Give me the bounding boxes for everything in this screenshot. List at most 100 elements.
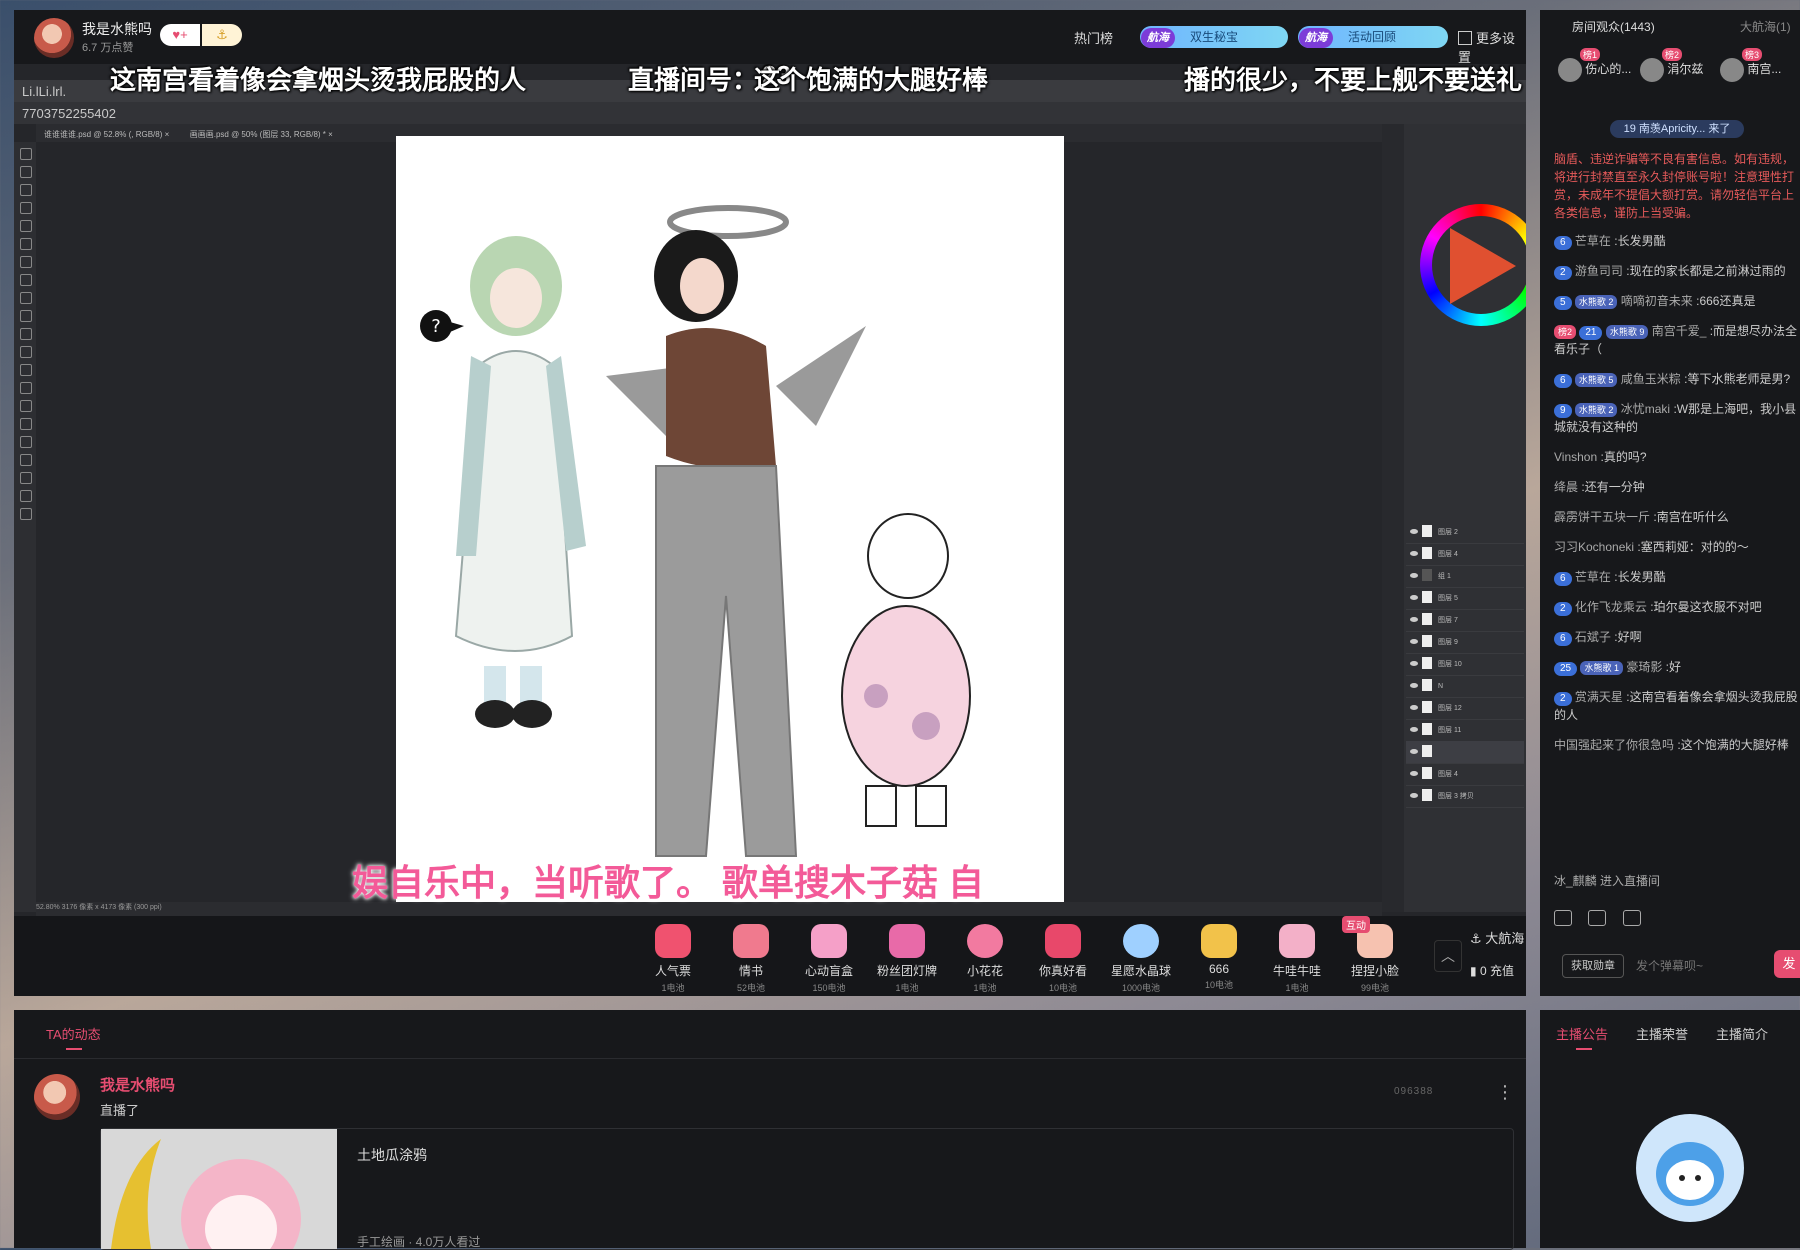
streamer-name[interactable]: 我是水熊吗 xyxy=(82,19,152,39)
chat-username[interactable]: 南宫千爱_ xyxy=(1652,324,1707,338)
chat-message[interactable]: 2 赏满天星 :这南宫看着像会拿烟头烫我屁股的人 xyxy=(1554,688,1800,724)
chat-username[interactable]: 冰忧maki xyxy=(1621,402,1670,416)
danmu-input[interactable] xyxy=(1634,954,1768,978)
send-button[interactable]: 发 xyxy=(1774,950,1800,978)
more-settings-button[interactable]: 更多设置 xyxy=(1458,28,1526,66)
chat-message[interactable]: 霹雳饼干五块一斤 :南宫在听什么 xyxy=(1554,508,1800,526)
avatar[interactable] xyxy=(34,1074,80,1120)
activity-pill-review[interactable]: 航海 活动回顾 xyxy=(1298,26,1448,48)
danmu-message: 这个饱满的大腿好棒 xyxy=(754,65,989,95)
eye-icon xyxy=(1410,595,1418,600)
activity-pill-twin-treasure[interactable]: 航海 双生秘宝 xyxy=(1140,26,1288,48)
grey-pants xyxy=(655,465,798,857)
pill-label: 活动回顾 xyxy=(1348,30,1397,44)
chevron-up-icon: ︿ xyxy=(1441,948,1455,964)
ticket-icon xyxy=(655,924,691,958)
path-select-icon xyxy=(20,454,32,466)
chat-username[interactable]: 化作飞龙乘云 xyxy=(1575,600,1647,614)
streamer-avatar[interactable] xyxy=(34,18,74,58)
lightstick-icon xyxy=(889,924,925,958)
recharge-button[interactable]: ▮ 0 充值 xyxy=(1470,962,1540,979)
chat-message[interactable]: 6 芒草在 :长发男酷 xyxy=(1554,568,1800,586)
chat-username[interactable]: 游鱼司司 xyxy=(1575,264,1623,278)
video-player[interactable]: 谁谁谁谁.psd @ 52.8% (, RGB/8) × 画画画.psd @ 5… xyxy=(14,64,1526,916)
chat-username[interactable]: Vinshon xyxy=(1554,450,1597,464)
follow-button[interactable]: ♥+ xyxy=(160,24,200,46)
chat-message[interactable]: 5 水熊歌 2 嘀嘀初音未来 :666还真是 xyxy=(1554,292,1800,310)
gift-item[interactable]: 牛哇牛哇 1电池 xyxy=(1261,924,1333,994)
more-options-icon[interactable]: ⋮ xyxy=(1496,1082,1514,1103)
chat-username[interactable]: 绛晨 xyxy=(1554,480,1578,494)
tab-room-audience[interactable]: 房间观众(1443) xyxy=(1572,18,1655,35)
chat-message[interactable]: 6 石斌子 :好啊 xyxy=(1554,628,1800,646)
level-badge: 2 xyxy=(1554,602,1572,616)
chat-username[interactable]: 嘀嘀初音未来 xyxy=(1621,294,1693,308)
system-notice: 脑盾、违逆诈骗等不良有害信息。如有违规，将进行封禁直至永久封停账号啦！注意理性打… xyxy=(1554,152,1795,220)
tab-announcement[interactable]: 主播公告 xyxy=(1556,1024,1608,1043)
chat-message[interactable]: 绛晨 :还有一分钟 xyxy=(1554,478,1800,496)
gift-item[interactable]: 心动盲盒 150电池 xyxy=(793,924,865,994)
get-medal-button[interactable]: 获取勋章 xyxy=(1562,954,1624,978)
tab-dynamics[interactable]: TA的动态 xyxy=(46,1024,101,1043)
tab-intro[interactable]: 主播简介 xyxy=(1716,1024,1768,1043)
brush-tool-icon xyxy=(20,292,32,304)
fan-club-button[interactable]: ⚓ xyxy=(202,24,242,46)
gift-item[interactable]: 你真好看 10电池 xyxy=(1027,924,1099,994)
chat-username[interactable]: 霹雳饼干五块一斤 xyxy=(1554,510,1650,524)
hot-rank-link[interactable]: 热门榜 xyxy=(1074,28,1113,47)
expand-gifts-button[interactable]: ︿ xyxy=(1434,940,1462,972)
chat-username[interactable]: 石斌子 xyxy=(1575,630,1611,644)
rank-user-1[interactable]: 榜1 伤心的... xyxy=(1558,48,1631,82)
chat-username[interactable]: 豪琦影 xyxy=(1626,660,1662,674)
live-replay-card[interactable]: 土地瓜涂鸦 手工绘画 · 4.0万人看过 xyxy=(100,1128,1514,1250)
chat-message[interactable]: 榜2 21 水熊歌 9 南宫千爱_ :而是想尽办法全看乐子（ xyxy=(1554,322,1800,358)
chat-list[interactable]: 脑盾、违逆诈骗等不良有害信息。如有违规，将进行封禁直至永久封停账号啦！注意理性打… xyxy=(1554,150,1800,878)
eye-icon xyxy=(1410,529,1418,534)
shape-tool-icon xyxy=(20,472,32,484)
tab-honors[interactable]: 主播荣誉 xyxy=(1636,1024,1688,1043)
chat-message[interactable]: 2 游鱼司司 :现在的家长都是之前淋过雨的 xyxy=(1554,262,1800,280)
chat-username[interactable]: 中国强起来了你很急吗 xyxy=(1554,738,1674,752)
chat-username[interactable]: 芒草在 xyxy=(1575,234,1611,248)
chat-message[interactable]: 6 芒草在 :长发男酷 xyxy=(1554,232,1800,250)
chat-username[interactable]: 赏满天星 xyxy=(1575,690,1623,704)
chat-message[interactable]: 中国强起来了你很急吗 :这个饱满的大腿好棒 xyxy=(1554,736,1800,754)
chat-message[interactable]: 9 水熊歌 2 冰忧maki :W那是上海吧，我小县城就没有这种的 xyxy=(1554,400,1800,436)
chat-text: 等下水熊老师是男? xyxy=(1687,372,1791,386)
gift-item[interactable]: 情书 52电池 xyxy=(715,924,787,994)
old-man-head xyxy=(867,513,949,599)
eye-icon xyxy=(1410,617,1418,622)
chat-username[interactable]: 咸鱼玉米粽 xyxy=(1621,372,1681,386)
tab-underline xyxy=(1576,1048,1592,1050)
chat-username[interactable]: 习习Kochoneki xyxy=(1554,540,1634,554)
chat-message[interactable]: 2 化作飞龙乘云 :珀尔曼这衣服不对吧 xyxy=(1554,598,1800,616)
gift-item[interactable]: 666 10电池 xyxy=(1183,924,1255,991)
ship-icon: ⚓ xyxy=(1470,931,1486,946)
rank-user-3[interactable]: 榜3 南宫... xyxy=(1720,48,1781,82)
message-icon[interactable] xyxy=(1622,910,1641,926)
chat-message[interactable]: 25 水熊歌 1 豪琦影 :好 xyxy=(1554,658,1800,676)
medal-icon[interactable] xyxy=(1554,910,1572,926)
rank-user-2[interactable]: 榜2 涓尔兹 xyxy=(1640,48,1703,82)
danmu-message: 播的很少，不要上舰不要送礼 xyxy=(1184,65,1523,95)
post-author[interactable]: 我是水熊吗 xyxy=(100,1074,175,1095)
gift-item[interactable]: 小花花 1电池 xyxy=(949,924,1021,994)
chat-message[interactable]: 习习Kochoneki :塞西莉娅：对的的～ xyxy=(1554,538,1800,556)
gift-item[interactable]: 粉丝团灯牌 1电池 xyxy=(871,924,943,994)
chat-username[interactable]: 芒草在 xyxy=(1575,570,1611,584)
gift-item[interactable]: 人气票 1电池 xyxy=(637,924,709,994)
tab-fleet[interactable]: 大航海(1) xyxy=(1740,18,1791,35)
gift-item[interactable]: 捏捏小脸 99电池 xyxy=(1339,924,1411,994)
blur-tool-icon xyxy=(20,382,32,394)
fleet-button[interactable]: ⚓ 大航海 xyxy=(1470,928,1540,947)
gift-item[interactable]: 星愿水晶球 1000电池 xyxy=(1105,924,1177,994)
heal-tool-icon xyxy=(20,274,32,286)
eye-icon xyxy=(1410,661,1418,666)
star-icon[interactable] xyxy=(1588,910,1607,926)
divider xyxy=(14,1058,1526,1059)
crop-tool-icon xyxy=(20,220,32,232)
post-action: 直播了 xyxy=(100,1103,140,1118)
chat-message[interactable]: Vinshon :真的吗? xyxy=(1554,448,1800,466)
hand-tool-icon xyxy=(20,490,32,502)
chat-message[interactable]: 6 水熊歌 5 咸鱼玉米粽 :等下水熊老师是男? xyxy=(1554,370,1800,388)
